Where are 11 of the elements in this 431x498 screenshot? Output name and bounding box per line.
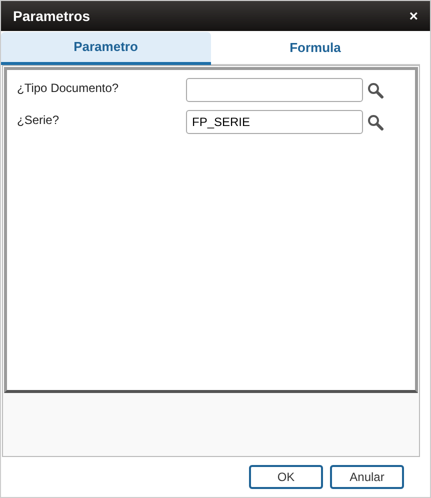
- window-title: Parametros: [13, 6, 90, 26]
- input-field[interactable]: [186, 78, 363, 102]
- input-field[interactable]: FP_SERIE: [186, 110, 363, 134]
- field-label: ¿Serie?: [17, 112, 60, 129]
- close-button[interactable]: ×: [409, 8, 418, 24]
- field-label: ¿Tipo Documento?: [17, 80, 120, 97]
- search-icon[interactable]: [367, 82, 384, 98]
- search-icon[interactable]: [367, 114, 384, 130]
- tab[interactable]: Parametro: [1, 32, 210, 65]
- dialog-button[interactable]: OK: [249, 465, 323, 489]
- dialog-button[interactable]: Anular: [330, 465, 404, 489]
